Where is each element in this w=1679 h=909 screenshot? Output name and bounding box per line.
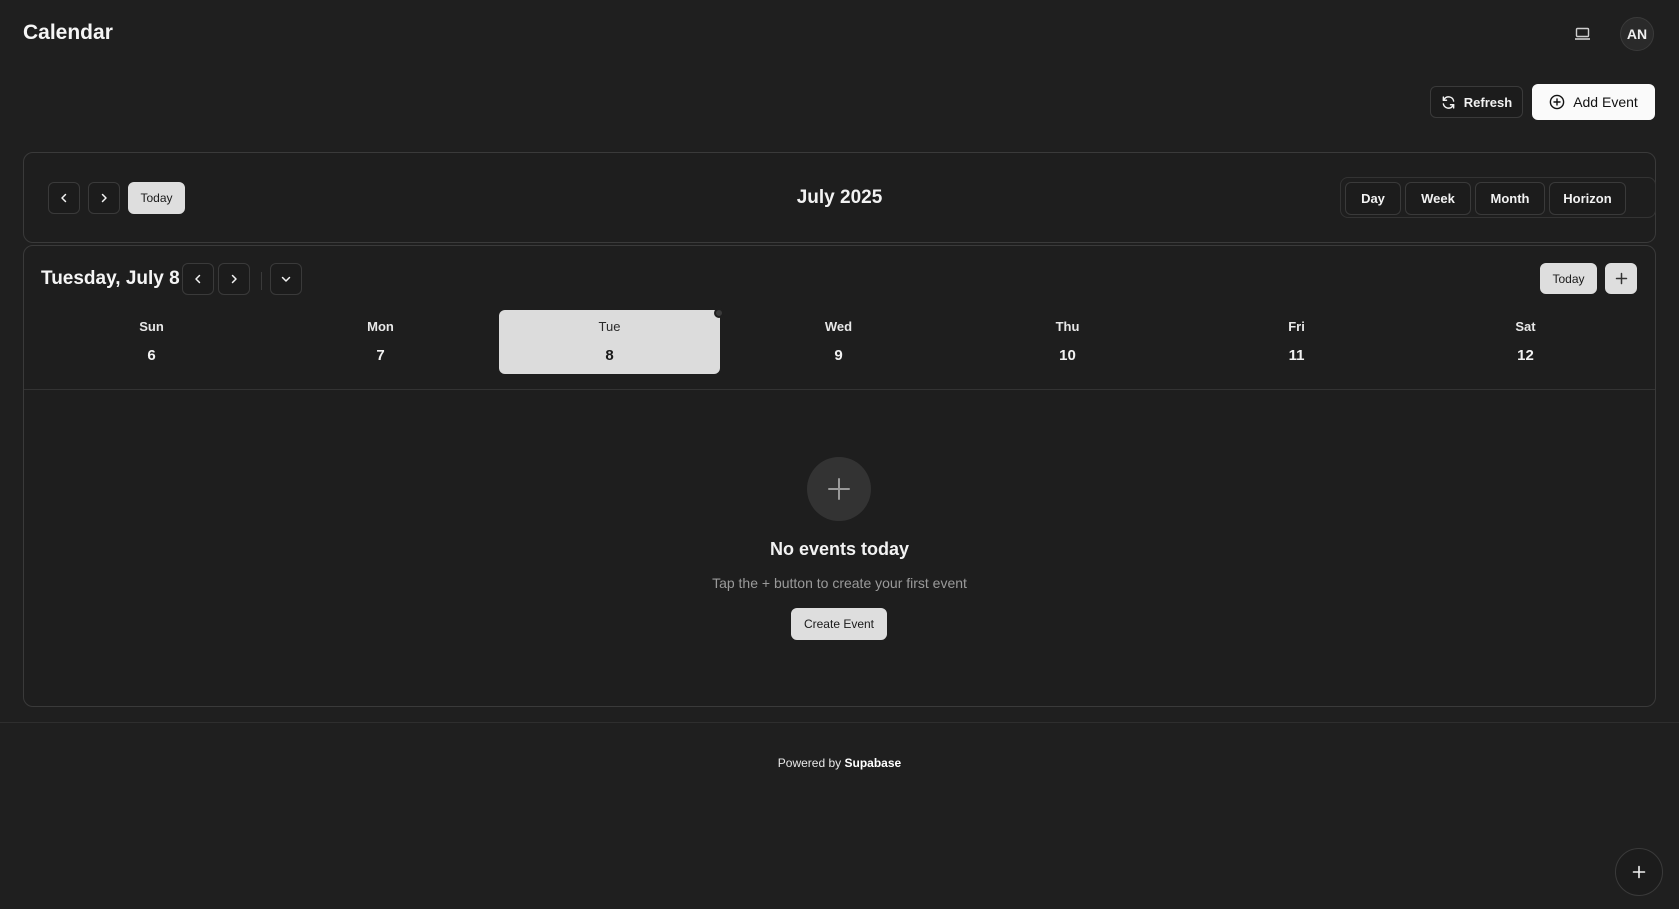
day-add-button[interactable] [1605,263,1637,294]
plus-icon [826,476,852,502]
expand-week-button[interactable] [270,263,302,295]
view-month-button[interactable]: Month [1475,182,1545,215]
day-name: Thu [1055,319,1080,334]
view-day-button[interactable]: Day [1345,182,1401,215]
day-number: 11 [1288,347,1305,364]
empty-state-add-button[interactable] [807,457,871,521]
calendar-toolbar: Today July 2025 Day Week Month Horizon [23,152,1656,243]
day-number: 12 [1517,347,1534,364]
day-number: 10 [1059,347,1076,364]
day-today-button[interactable]: Today [1540,263,1597,294]
laptop-icon[interactable] [1574,27,1591,41]
plus-circle-icon [1549,94,1565,110]
day-cell-sat[interactable]: Sat 12 [1415,310,1636,374]
day-view-panel: Tuesday, July 8 Today Sun 6 Mon 7 Tue 8 … [23,245,1656,707]
create-event-button[interactable]: Create Event [791,608,887,640]
plus-icon [1615,272,1628,285]
refresh-icon [1441,95,1456,110]
add-event-label: Add Event [1573,94,1638,110]
user-avatar[interactable]: AN [1620,17,1654,51]
footer-prefix: Powered by [777,756,842,770]
day-number: 9 [834,347,843,364]
day-cell-tue[interactable]: Tue 8 [499,308,724,374]
today-indicator-dot [714,308,724,318]
day-cell-fri[interactable]: Fri 11 [1186,310,1407,374]
week-strip: Sun 6 Mon 7 Tue 8 Wed 9 Thu 10 Fri 11 Sa… [24,308,1655,390]
day-name: Tue [598,319,621,334]
day-cell-sun[interactable]: Sun 6 [41,310,262,374]
refresh-label: Refresh [1463,94,1513,110]
plus-icon [1632,865,1646,879]
day-cell-thu[interactable]: Thu 10 [957,310,1178,374]
divider [261,272,262,290]
view-horizon-button[interactable]: Horizon [1549,182,1626,215]
prev-day-button[interactable] [182,263,214,295]
footer-brand-link[interactable]: Supabase [845,756,902,770]
empty-state-subtitle: Tap the + button to create your first ev… [712,575,967,591]
footer-divider [0,722,1679,723]
next-day-button[interactable] [218,263,250,295]
day-number: 6 [147,347,156,364]
app-title: Calendar [23,21,113,44]
day-title: Tuesday, July 8 [41,268,180,289]
day-name: Fri [1288,319,1305,334]
floating-add-button[interactable] [1615,848,1663,896]
day-name: Sun [139,319,164,334]
refresh-button[interactable]: Refresh [1430,86,1523,118]
day-name: Wed [824,319,853,334]
day-name: Mon [367,319,394,334]
view-week-button[interactable]: Week [1405,182,1471,215]
chevron-left-icon [192,273,204,285]
empty-state-title: No events today [769,539,910,559]
chevron-right-icon [228,273,240,285]
chevron-down-icon [280,273,292,285]
day-cell-wed[interactable]: Wed 9 [728,310,949,374]
view-switcher: Day Week Month Horizon [1340,177,1656,218]
day-number: 7 [376,347,385,364]
day-cell-mon[interactable]: Mon 7 [270,310,491,374]
footer: Powered by Supabase [0,756,1679,770]
day-number: 8 [605,347,614,364]
day-name: Sat [1515,319,1536,334]
add-event-button[interactable]: Add Event [1532,84,1655,120]
